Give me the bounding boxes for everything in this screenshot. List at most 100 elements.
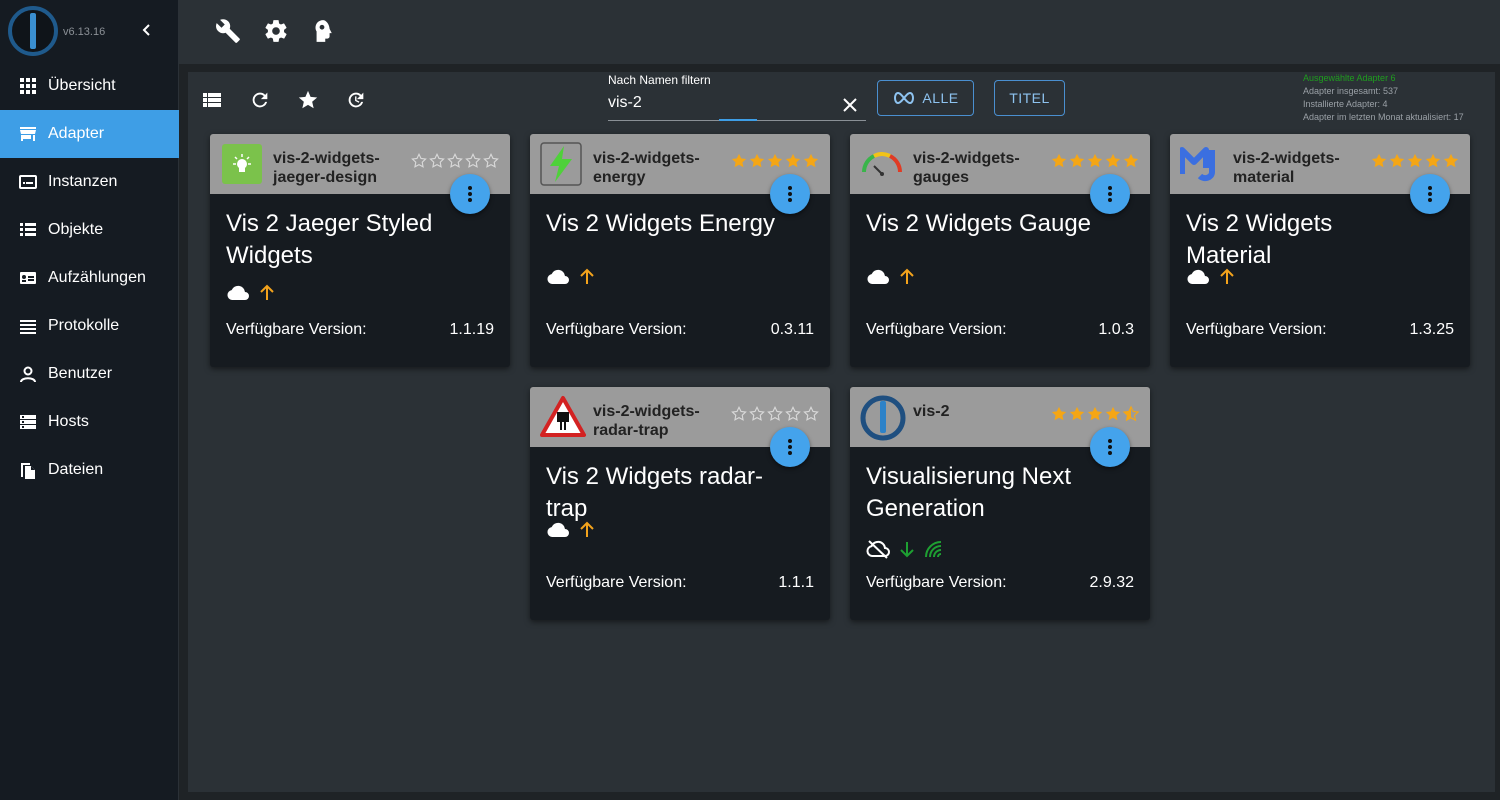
material-icon: [1179, 142, 1224, 186]
star-outline-icon: [411, 152, 427, 168]
sidebar-item-objekte[interactable]: Objekte: [0, 206, 179, 254]
settings-button[interactable]: [261, 16, 291, 46]
sidebar-item-hosts[interactable]: Hosts: [0, 398, 179, 446]
star-filled-icon: [1371, 153, 1387, 168]
more-vertical-icon: [468, 186, 472, 202]
iobroker-logo[interactable]: [8, 6, 58, 56]
star-filled-icon: [1105, 153, 1121, 168]
star-filled-icon: [1425, 153, 1441, 168]
adapter-card: vis-2 Visualisierung Next Generation Ver…: [850, 387, 1150, 620]
card-menu-button[interactable]: [770, 427, 810, 467]
sidebar-item-instanzen[interactable]: Instanzen: [0, 158, 179, 206]
star-filled-icon: [1087, 406, 1103, 421]
available-version-value: 1.1.1: [778, 574, 814, 591]
lines-icon: [18, 316, 38, 336]
update-check-button[interactable]: [342, 86, 370, 114]
card-menu-button[interactable]: [1090, 427, 1130, 467]
available-version-value: 1.1.19: [449, 321, 494, 338]
sidebar-item-dateien[interactable]: Dateien: [0, 446, 179, 494]
available-version-label: Verfügbare Version:: [866, 321, 1007, 338]
sidebar-item-uebersicht[interactable]: Übersicht: [0, 62, 179, 110]
rating-stars[interactable]: [730, 405, 820, 425]
radar-trap-icon: [540, 395, 586, 439]
star-outline-icon: [465, 152, 481, 168]
rating-stars[interactable]: [730, 152, 820, 172]
star-outline-icon: [803, 405, 819, 421]
filter-input[interactable]: [608, 92, 838, 114]
arrow-down-icon: [898, 540, 916, 558]
sidebar: v6.13.16 Übersicht Adapter Instanzen Obj…: [0, 0, 179, 800]
more-vertical-icon: [1428, 186, 1432, 202]
cloud-icon: [546, 268, 570, 286]
logo-area: v6.13.16: [0, 0, 179, 62]
signal-icon: [924, 540, 946, 558]
favorites-button[interactable]: [294, 86, 322, 114]
collapse-sidebar-button[interactable]: [137, 20, 157, 42]
available-version-label: Verfügbare Version:: [1186, 321, 1327, 338]
all-button[interactable]: ALLE: [877, 80, 974, 116]
refresh-icon: [252, 92, 268, 108]
arrow-up-icon: [1218, 268, 1236, 286]
sidebar-item-adapter[interactable]: Adapter: [0, 110, 179, 158]
rating-stars[interactable]: [1050, 405, 1140, 425]
arrow-up-icon: [578, 521, 596, 539]
star-outline-icon: [749, 405, 765, 421]
available-version-value: 1.3.25: [1409, 321, 1454, 338]
arrow-up-icon: [578, 268, 596, 286]
list-icon: [18, 220, 38, 240]
star-filled-icon: [1069, 153, 1085, 168]
sidebar-item-label: Dateien: [48, 461, 104, 478]
stats-installed: Installierte Adapter: 4: [1303, 99, 1388, 109]
clear-filter-button[interactable]: [838, 93, 862, 117]
arrow-up-icon: [898, 268, 916, 286]
app-version: v6.13.16: [63, 26, 106, 38]
adapter-status: [866, 268, 924, 286]
sidebar-item-benutzer[interactable]: Benutzer: [0, 350, 179, 398]
expert-mode-button[interactable]: [307, 16, 337, 46]
star-filled-icon: [1443, 153, 1459, 168]
stats-updated: Adapter im letzten Monat aktualisiert: 1…: [1303, 112, 1464, 122]
chevron-left-icon: [142, 24, 150, 36]
jaeger-icon: [220, 142, 264, 186]
available-version-value: 0.3.11: [770, 321, 814, 338]
title-button[interactable]: TITEL: [994, 80, 1065, 116]
star-filled-icon: [785, 153, 801, 168]
top-bar: [179, 0, 1500, 64]
filter-focus-indicator: [719, 119, 757, 121]
star-filled-icon: [1389, 153, 1405, 168]
more-vertical-icon: [788, 439, 792, 455]
filter-label: Nach Namen filtern: [608, 73, 711, 87]
more-vertical-icon: [1108, 439, 1112, 455]
star-filled-icon: [1087, 153, 1103, 168]
rating-stars[interactable]: [1050, 152, 1140, 172]
star-outline-icon: [429, 152, 445, 168]
sidebar-item-protokolle[interactable]: Protokolle: [0, 302, 179, 350]
card-menu-button[interactable]: [1410, 174, 1450, 214]
star-filled-icon: [1051, 406, 1067, 421]
adapter-title: Vis 2 Jaeger Styled Widgets: [226, 210, 433, 269]
sidebar-item-label: Instanzen: [48, 173, 118, 190]
adapter-name: vis-2-widgets-material: [1233, 150, 1340, 186]
wrench-button[interactable]: [213, 16, 243, 46]
head-icon: [315, 20, 332, 42]
card-menu-button[interactable]: [1090, 174, 1130, 214]
rating-stars[interactable]: [410, 152, 500, 172]
adapter-name: vis-2-widgets-energy: [593, 150, 700, 186]
star-outline-icon: [731, 405, 747, 421]
star-filled-icon: [1105, 406, 1121, 421]
name-filter: Nach Namen filtern: [608, 72, 868, 122]
cloud-icon: [546, 521, 570, 539]
cloud-off-icon: [866, 539, 890, 559]
card-menu-button[interactable]: [770, 174, 810, 214]
adapter-title: Vis 2 Widgets Gauge: [866, 210, 1092, 237]
adapter-title: Vis 2 Widgets Energy: [546, 210, 775, 237]
sidebar-item-label: Benutzer: [48, 365, 113, 382]
list-view-button[interactable]: [198, 86, 226, 114]
star-filled-icon: [1051, 153, 1067, 168]
rating-stars[interactable]: [1370, 152, 1460, 172]
sidebar-item-label: Hosts: [48, 413, 89, 430]
sidebar-item-aufzaehlungen[interactable]: Aufzählungen: [0, 254, 179, 302]
refresh-button[interactable]: [246, 86, 274, 114]
card-menu-button[interactable]: [450, 174, 490, 214]
history-icon: [348, 92, 364, 108]
